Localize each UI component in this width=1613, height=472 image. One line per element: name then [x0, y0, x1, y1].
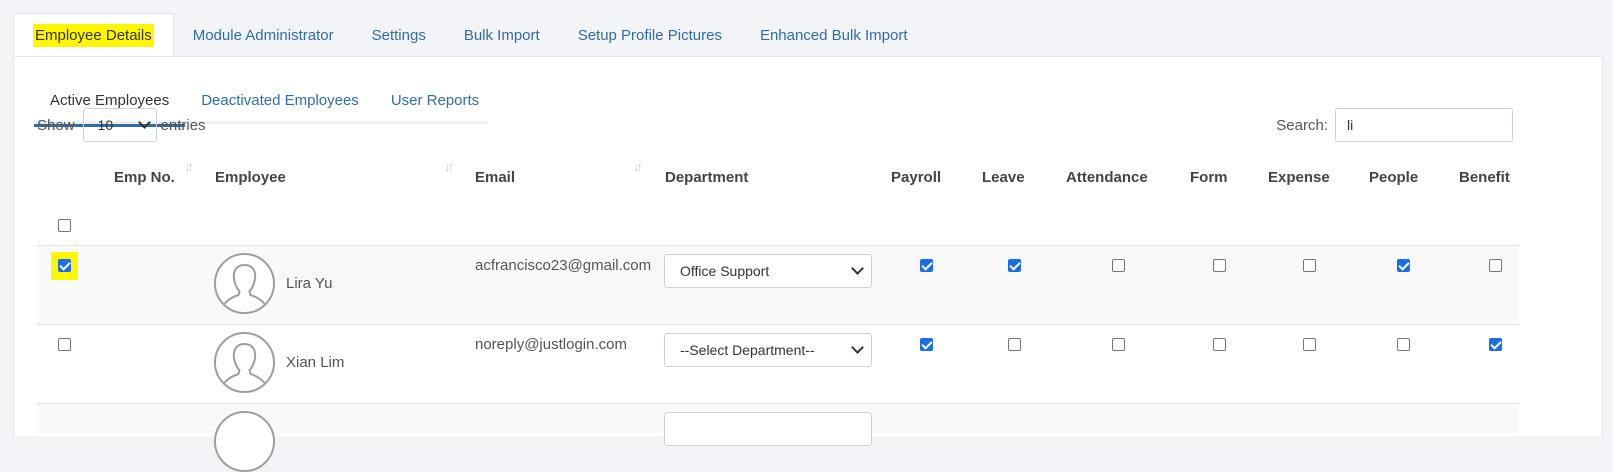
chevron-down-icon — [851, 262, 864, 275]
leave-checkbox[interactable] — [1008, 259, 1021, 272]
page-length-select[interactable]: 10 — [82, 108, 157, 142]
tab-deactivated-employees[interactable]: Deactivated Employees — [185, 92, 375, 124]
column-header-emp-no[interactable]: Emp No. — [114, 161, 175, 193]
person-icon — [221, 264, 268, 309]
row-select-checkbox[interactable] — [58, 259, 71, 272]
department-select[interactable] — [664, 412, 872, 446]
leave-checkbox[interactable] — [1008, 338, 1021, 351]
employee-name: Lira Yu — [286, 275, 333, 292]
attendance-checkbox[interactable] — [1112, 259, 1125, 272]
avatar — [214, 332, 275, 393]
tab-user-reports[interactable]: User Reports — [375, 92, 495, 124]
department-select[interactable]: --Select Department-- — [664, 333, 872, 367]
show-label: Show — [37, 116, 75, 134]
row-select-checkbox[interactable] — [58, 338, 71, 351]
department-select[interactable]: Office Support — [664, 254, 872, 288]
chevron-down-icon — [851, 341, 864, 354]
tab-bulk-import[interactable]: Bulk Import — [445, 13, 559, 57]
column-header-people: People — [1369, 168, 1419, 186]
payroll-checkbox[interactable] — [920, 338, 933, 351]
tab-label: Employee Details — [33, 24, 154, 47]
tab-settings[interactable]: Settings — [353, 13, 445, 57]
page-length-control: Show 10 entries — [37, 108, 206, 142]
payroll-checkbox[interactable] — [920, 259, 933, 272]
top-tab-bar: Employee Details Module Administrator Se… — [13, 13, 927, 57]
sort-icon[interactable]: ↓↑ — [444, 159, 454, 174]
employee-email: acfrancisco23@gmail.com — [475, 257, 652, 274]
column-header-expense: Expense — [1268, 168, 1330, 186]
people-checkbox[interactable] — [1397, 338, 1410, 351]
column-header-department: Department — [665, 168, 749, 186]
search-input[interactable] — [1335, 108, 1513, 142]
expense-checkbox[interactable] — [1303, 259, 1316, 272]
expense-checkbox[interactable] — [1303, 338, 1316, 351]
tab-module-administrator[interactable]: Module Administrator — [174, 13, 353, 57]
chevron-down-icon — [137, 116, 151, 129]
page-length-value: 10 — [97, 117, 114, 133]
benefit-checkbox[interactable] — [1489, 259, 1502, 272]
column-header-email[interactable]: Email — [475, 161, 515, 193]
column-header-form: Form — [1190, 168, 1228, 186]
row-divider — [37, 403, 1519, 404]
avatar — [214, 411, 275, 472]
column-header-employee[interactable]: Employee — [215, 161, 286, 193]
tab-enhanced-bulk-import[interactable]: Enhanced Bulk Import — [741, 13, 927, 57]
attendance-checkbox[interactable] — [1112, 338, 1125, 351]
select-all-checkbox[interactable] — [58, 219, 71, 232]
people-checkbox[interactable] — [1397, 259, 1410, 272]
employee-email: noreply@justlogin.com — [475, 336, 627, 353]
sort-icon[interactable]: ↓↑ — [184, 159, 194, 174]
avatar — [214, 253, 275, 314]
tab-setup-profile-pictures[interactable]: Setup Profile Pictures — [559, 13, 741, 57]
column-header-payroll: Payroll — [891, 168, 942, 186]
column-header-leave: Leave — [982, 168, 1025, 186]
employee-name: Xian Lim — [286, 354, 345, 371]
entries-label: entries — [160, 116, 206, 134]
department-value: Office Support — [680, 263, 770, 279]
form-checkbox[interactable] — [1213, 259, 1226, 272]
tab-employee-details[interactable]: Employee Details — [13, 13, 174, 57]
form-checkbox[interactable] — [1213, 338, 1226, 351]
department-value: --Select Department-- — [680, 342, 815, 358]
row-divider — [37, 324, 1519, 325]
search-label: Search: — [1276, 116, 1328, 134]
row-divider — [37, 245, 1519, 246]
person-icon — [221, 343, 268, 388]
benefit-checkbox[interactable] — [1489, 338, 1502, 351]
column-header-attendance: Attendance — [1066, 168, 1148, 186]
search-control: Search: — [1276, 108, 1513, 142]
column-header-benefit: Benefit — [1459, 168, 1510, 186]
sort-icon[interactable]: ↓↑ — [633, 159, 643, 174]
